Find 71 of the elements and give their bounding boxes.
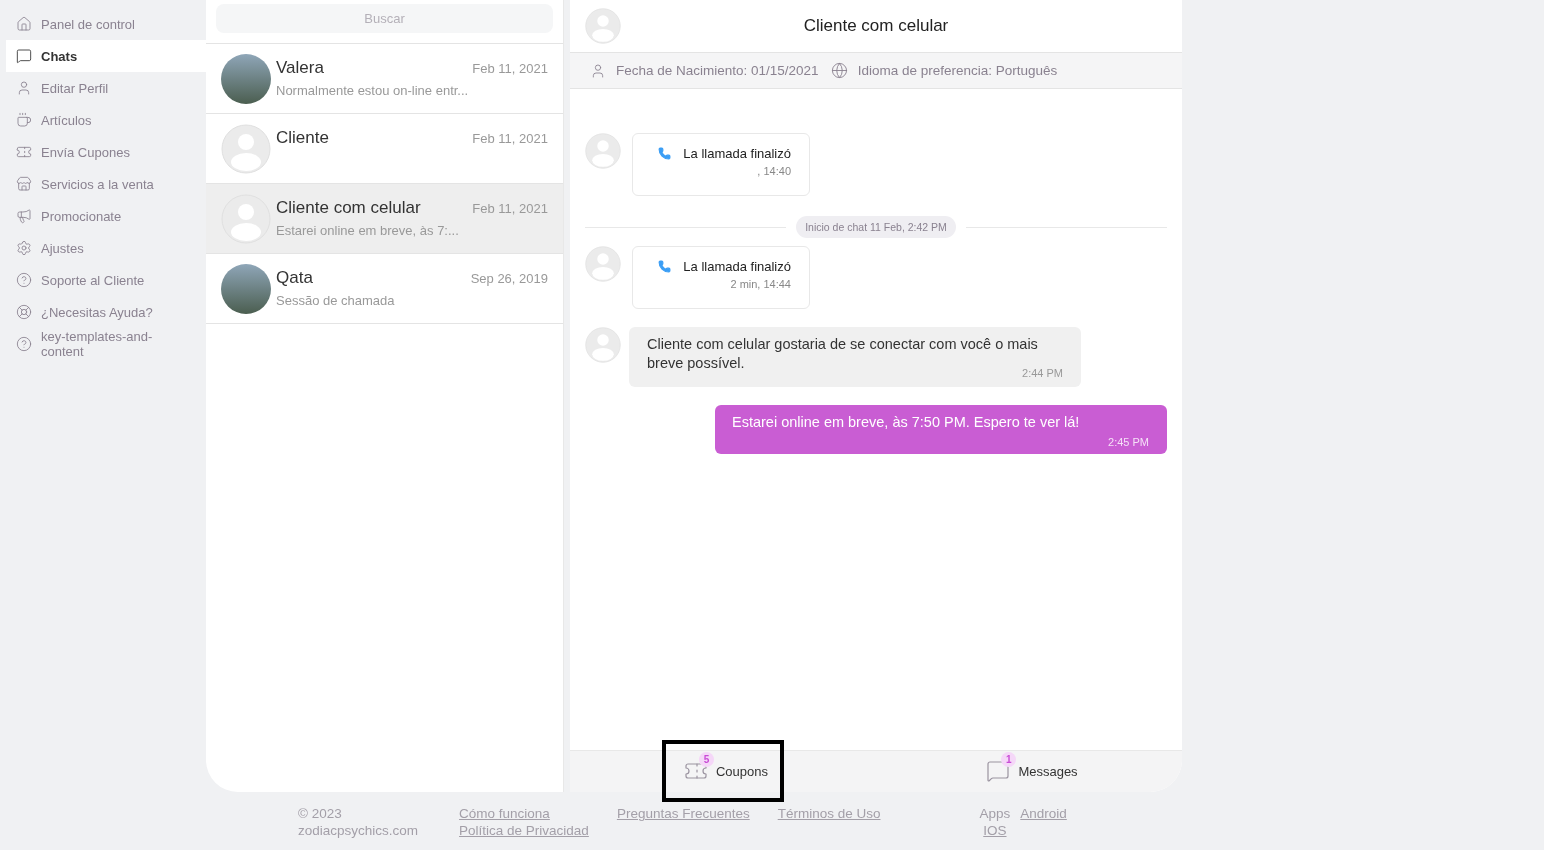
user-icon	[16, 80, 32, 96]
count-badge: 5	[698, 752, 714, 767]
avatar-silhouette	[221, 194, 271, 244]
chat-start-label: Inicio de chat 11 Feb, 2:42 PM	[796, 216, 956, 238]
sidebar-item[interactable]: key-templates-and-content	[6, 328, 206, 360]
home-icon	[16, 16, 32, 32]
message-preview: Sessão de chamada	[276, 293, 396, 308]
help-icon	[16, 272, 32, 288]
copyright: © 2023	[298, 805, 343, 822]
site-name: zodiacpsychics.com	[298, 822, 419, 839]
chat-date: Feb 11, 2021	[472, 130, 548, 146]
footer-link[interactable]: Cómo funciona	[459, 805, 550, 822]
footer-link[interactable]: Términos de Uso	[777, 805, 881, 822]
chat-date: Sep 26, 2019	[470, 270, 548, 286]
contact-name: Valera	[276, 58, 324, 78]
call-meta: , 14:40	[757, 165, 791, 177]
search-field[interactable]: Buscar	[216, 4, 553, 33]
chat-date: Feb 11, 2021	[472, 60, 548, 76]
call-meta: 2 min, 14:44	[730, 278, 791, 290]
message-preview: Normalmente estou on-line entr...	[276, 83, 470, 98]
help-icon	[16, 336, 32, 352]
message-time: 2:45 PM	[1108, 436, 1149, 448]
count-badge: 1	[1001, 752, 1017, 767]
bottom-tab[interactable]: 5 Coupons	[661, 740, 784, 802]
phone-icon	[658, 147, 672, 160]
sidebar-item[interactable]: ¿Necesitas Ayuda?	[6, 296, 206, 328]
sidebar-item[interactable]: Envía Cupones	[6, 136, 206, 168]
avatar-silhouette	[585, 327, 621, 363]
call-status: La llamada finalizó	[683, 146, 791, 161]
photo-placeholder	[221, 264, 271, 314]
photo-placeholder	[221, 54, 271, 104]
sidebar-item[interactable]: Panel de control	[6, 8, 206, 40]
store-icon	[16, 176, 32, 192]
app-link[interactable]: IOS	[983, 822, 1007, 839]
call-status: La llamada finalizó	[683, 259, 791, 274]
footer-link[interactable]: Preguntas Frecuentes	[616, 805, 750, 822]
avatar-silhouette	[585, 8, 621, 44]
sidebar-item[interactable]: Editar Perfil	[6, 72, 206, 104]
message-time: 2:44 PM	[1022, 367, 1063, 379]
avatar-silhouette	[221, 124, 271, 174]
settings-icon	[16, 240, 32, 256]
globe-icon	[830, 62, 848, 79]
apps-label: Apps	[979, 805, 1011, 822]
chat-date: Feb 11, 2021	[472, 200, 548, 216]
chat-list-item[interactable]: Cliente com celular Feb 11, 2021 Estarei online em breve, às 7:...	[206, 184, 563, 254]
sidebar-item[interactable]: Chats	[6, 40, 206, 72]
phone-icon	[658, 260, 672, 273]
chat-title: Cliente com celular	[802, 16, 950, 36]
sidebar-item[interactable]: Ajustes	[6, 232, 206, 264]
sidebar-item[interactable]: Servicios a la venta	[6, 168, 206, 200]
sidebar-item[interactable]: Artículos	[6, 104, 206, 136]
lifebuoy-icon	[16, 304, 32, 320]
cup-icon	[16, 112, 32, 128]
avatar-silhouette	[585, 133, 621, 169]
user-icon	[590, 62, 606, 79]
contact-name: Qata	[276, 268, 313, 288]
footer-link[interactable]: Política de Privacidad	[459, 822, 589, 839]
avatar-silhouette	[585, 246, 621, 282]
bottom-tab[interactable]: 1 Messages	[964, 740, 1094, 802]
sidebar-item[interactable]: Promocionate	[6, 200, 206, 232]
message-text: Estarei online em breve, às 7:50 PM. Espero te ver lá!	[732, 413, 1081, 432]
birth-date: Fecha de Nacimiento: 01/15/2021	[616, 63, 819, 78]
contact-name: Cliente com celular	[276, 198, 421, 218]
message-preview: Estarei online em breve, às 7:...	[276, 223, 460, 238]
chat-icon	[16, 48, 32, 64]
sidebar-item[interactable]: Soporte al Cliente	[6, 264, 206, 296]
preferred-language: Idioma de preferencia: Português	[857, 63, 1058, 78]
app-link[interactable]: Android	[1020, 805, 1067, 822]
ticket-icon	[16, 144, 32, 160]
contact-name: Cliente	[276, 128, 329, 148]
megaphone-icon	[16, 208, 32, 224]
